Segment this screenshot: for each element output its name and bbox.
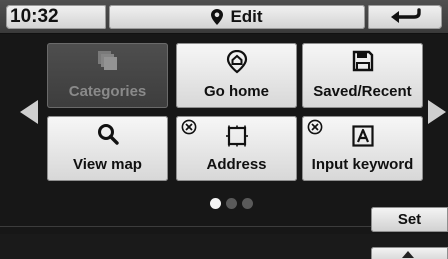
tile-label: Categories: [68, 83, 147, 100]
clock-time: 10:32: [10, 6, 59, 27]
go-home-tile[interactable]: Go home: [176, 43, 297, 108]
navigation-screen: 10:32 Edit Categories Go home Saved/Rece…: [0, 0, 448, 259]
view-map-tile[interactable]: View map: [47, 116, 168, 181]
page-dot-1: [210, 198, 221, 209]
magnifier-icon: [97, 124, 119, 145]
tile-label: Address: [206, 156, 267, 173]
chevron-up-icon: [402, 251, 414, 258]
tile-label: View map: [73, 156, 142, 173]
saved-recent-tile[interactable]: Saved/Recent: [302, 43, 423, 108]
categories-tile[interactable]: Categories: [47, 43, 168, 108]
expand-panel-button[interactable]: [371, 247, 448, 259]
prev-page-arrow[interactable]: [20, 100, 38, 124]
tile-label: Input keyword: [311, 156, 414, 173]
categories-icon: [97, 51, 117, 70]
address-frame-icon: [225, 125, 248, 147]
page-indicator: [210, 198, 253, 209]
screen-title: Edit: [109, 5, 365, 29]
input-keyword-tile[interactable]: Input keyword: [302, 116, 423, 181]
keyword-a-icon: [351, 125, 374, 147]
home-pin-icon: [226, 50, 247, 74]
location-pin-icon: [211, 9, 224, 25]
address-tile[interactable]: Address: [176, 116, 297, 181]
screen-title-text: Edit: [230, 7, 263, 26]
back-arrow-icon: [391, 8, 421, 23]
save-icon: [352, 50, 373, 72]
set-button[interactable]: Set: [371, 207, 448, 232]
next-page-arrow[interactable]: [428, 100, 446, 124]
set-button-label: Set: [397, 211, 422, 228]
back-button[interactable]: [368, 5, 442, 29]
status-bar: 10:32 Edit: [0, 0, 448, 34]
page-dot-2: [226, 198, 237, 209]
tile-label: Saved/Recent: [313, 83, 412, 100]
clock: 10:32: [6, 5, 106, 29]
page-dot-3: [242, 198, 253, 209]
tile-label: Go home: [203, 83, 269, 100]
